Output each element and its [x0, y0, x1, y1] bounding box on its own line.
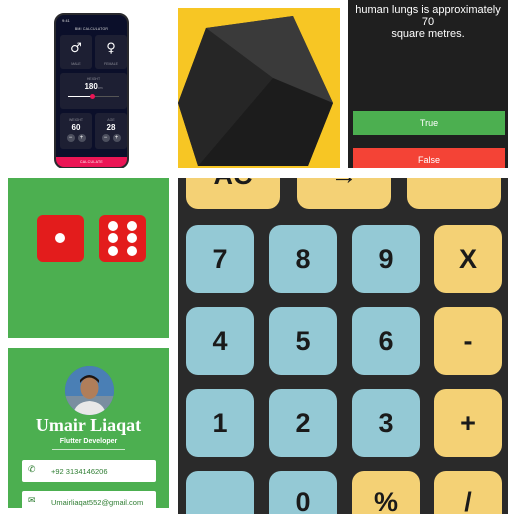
key-2[interactable]: 2	[269, 389, 337, 457]
subtract-button[interactable]: -	[434, 307, 502, 375]
age-plus-button[interactable]: +	[112, 134, 121, 142]
quiz-app-screenshot: human lungs is approximately 70 square m…	[348, 0, 508, 168]
age-minus-button[interactable]: −	[101, 134, 110, 142]
false-button[interactable]: False	[353, 148, 505, 168]
multiply-button[interactable]: X	[434, 225, 502, 293]
die-pip	[108, 233, 118, 243]
avatar	[65, 366, 114, 415]
key-6[interactable]: 6	[352, 307, 420, 375]
weight-plus-button[interactable]: +	[77, 134, 86, 142]
left-die[interactable]	[37, 215, 84, 262]
height-unit: cm	[97, 86, 103, 90]
weight-value: 60	[71, 123, 81, 132]
diamond-icon	[178, 16, 333, 166]
key-5[interactable]: 5	[269, 307, 337, 375]
height-label: HEIGHT	[86, 77, 101, 81]
die-pip	[127, 233, 137, 243]
die-pip	[127, 221, 137, 231]
male-label: MALE	[71, 62, 81, 66]
die-pip	[108, 221, 118, 231]
height-value-row: 180cm	[60, 82, 127, 91]
age-card: AGE 28 − +	[95, 113, 127, 149]
clear-button[interactable]: AC	[186, 178, 280, 209]
dice-app-screenshot	[8, 178, 169, 338]
male-symbol-icon: ♂	[70, 41, 82, 56]
email-address: Umairliaqat552@gmail.com	[51, 498, 144, 507]
height-slider-thumb[interactable]	[90, 94, 96, 99]
right-die[interactable]	[99, 215, 146, 262]
key-1[interactable]: 1	[186, 389, 254, 457]
person-role: Flutter Developer	[59, 438, 118, 445]
backspace-button[interactable]: →	[297, 178, 391, 209]
key-3[interactable]: 3	[352, 389, 420, 457]
person-name: Umair Liaqat	[35, 415, 142, 435]
female-label: FEMALE	[103, 62, 118, 66]
card-app-screenshot: Umair Liaqat Flutter Developer ✆ +92 313…	[8, 348, 169, 508]
key-4[interactable]: 4	[186, 307, 254, 375]
minus-top-button[interactable]: −	[407, 178, 501, 209]
key-0[interactable]: 0	[269, 471, 337, 514]
phone-card[interactable]: ✆ +92 3134146206	[22, 460, 156, 482]
key-7[interactable]: 7	[186, 225, 254, 293]
status-time: 9:41	[62, 18, 70, 23]
die-pip	[108, 246, 118, 256]
die-pip	[127, 246, 137, 256]
diamond-app-screenshot	[178, 8, 340, 168]
question-text: human lungs is approximately 70 square m…	[348, 4, 508, 40]
height-slider[interactable]	[68, 94, 119, 99]
email-icon: ✉	[28, 496, 36, 506]
height-card: HEIGHT 180cm	[60, 73, 127, 109]
key-blank[interactable]	[186, 471, 254, 514]
female-card[interactable]: ♀ FEMALE	[95, 35, 127, 69]
female-symbol-icon: ♀	[106, 41, 116, 56]
percent-button[interactable]: %	[352, 471, 420, 514]
app-title: BMI CALCULATOR	[74, 27, 109, 31]
height-slider-fill	[68, 96, 93, 97]
age-label: AGE	[107, 118, 115, 122]
phone-icon: ✆	[28, 465, 36, 475]
phone-frame: 9:41 BMI CALCULATOR ♂ MALE ♀ FEMALE HEIG…	[54, 13, 129, 168]
email-card[interactable]: ✉ Umairliaqat552@gmail.com	[22, 491, 156, 508]
key-8[interactable]: 8	[269, 225, 337, 293]
divider	[52, 449, 125, 450]
bmi-app-screenshot: 9:41 BMI CALCULATOR ♂ MALE ♀ FEMALE HEIG…	[8, 8, 172, 168]
add-button[interactable]: +	[434, 389, 502, 457]
calculate-button[interactable]: CALCULATE	[56, 157, 127, 167]
divide-button[interactable]: /	[434, 471, 502, 514]
key-9[interactable]: 9	[352, 225, 420, 293]
age-value: 28	[106, 123, 116, 132]
calculator-app-screenshot: AC → − 7 8 9 X 4 5 6 - 1 2 3 + 0 % /	[178, 178, 508, 514]
male-card[interactable]: ♂ MALE	[60, 35, 92, 69]
weight-minus-button[interactable]: −	[66, 134, 75, 142]
phone-number: +92 3134146206	[51, 467, 108, 476]
question-line-1: human lungs is approximately 70	[355, 4, 501, 28]
true-button[interactable]: True	[353, 111, 505, 135]
weight-card: WEIGHT 60 − +	[60, 113, 92, 149]
die-pip	[55, 233, 65, 243]
height-value: 180	[84, 82, 98, 91]
question-line-2: square metres.	[391, 28, 465, 40]
weight-label: WEIGHT	[69, 118, 83, 122]
